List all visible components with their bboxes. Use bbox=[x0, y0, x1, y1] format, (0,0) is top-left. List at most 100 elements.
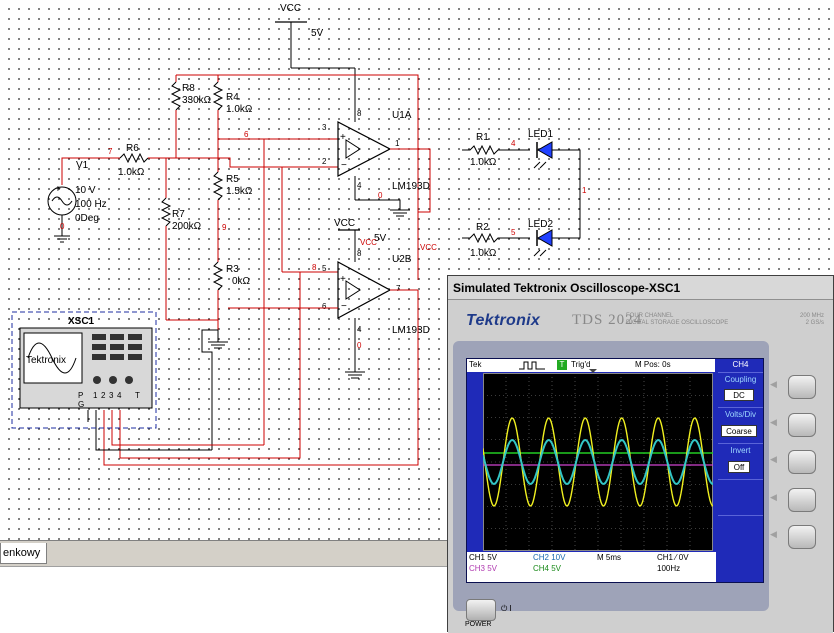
node-0-v1: 0 bbox=[60, 222, 65, 231]
r8-top-name: R8 bbox=[182, 83, 195, 94]
acquisition-icon bbox=[519, 361, 545, 370]
m-pos: M Pos: 0s bbox=[635, 360, 671, 369]
frequency-readout: 100Hz bbox=[657, 564, 681, 573]
u2b-name: U2B bbox=[392, 254, 412, 265]
node-9-label: 9 bbox=[222, 223, 227, 232]
svg-text:+: + bbox=[55, 184, 61, 195]
oscilloscope-window[interactable]: Simulated Tektronix Oscilloscope-XSC1 Te… bbox=[447, 275, 834, 633]
u1a-name: U1A bbox=[392, 110, 412, 121]
u2-pin-out: 7 bbox=[396, 284, 401, 293]
xsc1-pin-4: 4 bbox=[117, 391, 122, 400]
window-title[interactable]: Simulated Tektronix Oscilloscope-XSC1 bbox=[448, 276, 833, 300]
xsc1-pin-2: 2 bbox=[101, 391, 106, 400]
r3-name: R3 bbox=[226, 264, 239, 275]
r5-value: 1.5kΩ bbox=[226, 186, 253, 197]
side-arrow-1: ◀ bbox=[770, 379, 777, 389]
volts-div-value[interactable]: Coarse bbox=[721, 425, 757, 437]
svg-text:−: − bbox=[341, 301, 347, 312]
trigger-icon: T bbox=[557, 360, 567, 370]
side-arrow-4: ◀ bbox=[770, 492, 777, 502]
brand-logo: Tektronix bbox=[466, 312, 541, 329]
svg-text:+: + bbox=[340, 274, 346, 285]
side-arrow-3: ◀ bbox=[770, 454, 777, 464]
channel-menu: CH4 Coupling DC Volts/Div Coarse Invert … bbox=[716, 359, 763, 582]
v1-amplitude: 10 V bbox=[75, 185, 96, 196]
coupling-value[interactable]: DC bbox=[724, 389, 754, 401]
vcc-top-value: 5V bbox=[311, 28, 324, 39]
power-label: POWER bbox=[465, 621, 492, 628]
r2-value: 1.0kΩ bbox=[470, 248, 497, 259]
scope-screen: Tek T Trig'd M Pos: 0s CH4 Coupling DC V… bbox=[466, 358, 764, 583]
ch2-scale: CH2 10V bbox=[533, 553, 566, 562]
model-description: FOUR CHANNEL DIGITAL STORAGE OSCILLOSCOPE bbox=[626, 313, 729, 326]
u1a-part: LM193D bbox=[392, 181, 430, 192]
node-6-label: 6 bbox=[244, 130, 249, 139]
r6-name: R6 bbox=[126, 143, 139, 154]
volts-div-title: Volts/Div bbox=[724, 410, 757, 419]
node-5-label: 5 bbox=[511, 228, 516, 237]
u2b-part: LM193D bbox=[392, 325, 430, 336]
model-spec: 200 MHz 2 GS/s bbox=[799, 313, 824, 326]
r8-top-value: 330kΩ bbox=[182, 95, 212, 106]
xsc1-brand: Tektronix bbox=[26, 355, 66, 366]
u2-pin-plus: 5 bbox=[322, 264, 327, 273]
u2-pin-vminus: 4 bbox=[357, 325, 362, 334]
node-1-label: 1 bbox=[582, 186, 587, 195]
u2-pin-vplus: 8 bbox=[357, 249, 362, 258]
vcc-net-label: VCC bbox=[420, 243, 437, 252]
r6-value: 1.0kΩ bbox=[118, 167, 145, 178]
u1-pin-minus: 2 bbox=[322, 157, 327, 166]
trigger-setting: CH1 ⁄ 0V bbox=[657, 553, 689, 562]
menu-button-1[interactable] bbox=[788, 375, 816, 399]
svg-text:−: − bbox=[341, 160, 347, 171]
power-button[interactable] bbox=[466, 599, 496, 621]
xsc1-pin-1: 1 bbox=[93, 391, 98, 400]
led2-label: LED2 bbox=[528, 219, 553, 230]
timebase: M 5ms bbox=[597, 553, 621, 562]
menu-button-4[interactable] bbox=[788, 488, 816, 512]
xsc1-name: XSC1 bbox=[68, 316, 95, 327]
side-arrow-2: ◀ bbox=[770, 417, 777, 427]
u1-pin-vminus: 4 bbox=[357, 181, 362, 190]
vcc-mid-name: VCC bbox=[334, 218, 355, 229]
v1-phase: 0Deg bbox=[75, 213, 99, 224]
status-bar: Tek T Trig'd M Pos: 0s bbox=[467, 359, 715, 373]
led1-label: LED1 bbox=[528, 129, 553, 140]
r7-name: R7 bbox=[172, 209, 185, 220]
u1-pin-plus: 3 bbox=[322, 123, 327, 132]
v1-frequency: 100 Hz bbox=[75, 199, 107, 210]
r5-name: R5 bbox=[226, 174, 239, 185]
tek-label: Tek bbox=[469, 360, 482, 369]
node-7-label: 7 bbox=[108, 147, 113, 156]
trigger-status: Trig'd bbox=[571, 360, 591, 369]
r1-value: 1.0kΩ bbox=[470, 157, 497, 168]
node-0-u2: 0 bbox=[357, 341, 362, 350]
horizontal-scrollbar[interactable] bbox=[0, 566, 450, 587]
power-state-icon: ⏻ I bbox=[501, 604, 512, 613]
coupling-title: Coupling bbox=[724, 375, 757, 384]
xsc1-pin-t: T bbox=[135, 391, 140, 400]
u1-pin-vplus: 8 bbox=[357, 109, 362, 118]
xsc1-pin-p: P bbox=[78, 391, 83, 400]
xsc1-pin-g: G bbox=[78, 400, 84, 409]
node-8-label: 8 bbox=[312, 263, 317, 272]
menu-button-3[interactable] bbox=[788, 450, 816, 474]
u1-pin-out: 1 bbox=[395, 139, 400, 148]
menu-button-2[interactable] bbox=[788, 413, 816, 437]
vcc-top-label: VCC bbox=[280, 3, 301, 14]
waveform-plot bbox=[483, 373, 713, 551]
invert-value[interactable]: Off bbox=[728, 461, 750, 473]
side-arrow-5: ◀ bbox=[770, 529, 777, 539]
scope-front-panel: Tektronix TDS 2024 FOUR CHANNEL DIGITAL S… bbox=[448, 300, 833, 633]
v1-name: V1 bbox=[76, 160, 89, 171]
sheet-tab[interactable]: enkowy bbox=[0, 543, 48, 564]
xsc1-pin-3: 3 bbox=[109, 391, 114, 400]
svg-text:+: + bbox=[340, 132, 346, 143]
ch1-scale: CH1 5V bbox=[469, 553, 498, 562]
node-0-u1: 0 bbox=[378, 191, 383, 200]
menu-button-5[interactable] bbox=[788, 525, 816, 549]
ch4-scale: CH4 5V bbox=[533, 564, 562, 573]
menu-channel: CH4 bbox=[732, 360, 749, 369]
r3-value: 0kΩ bbox=[232, 276, 251, 287]
vcc-mid-tag: VCC bbox=[360, 238, 377, 247]
